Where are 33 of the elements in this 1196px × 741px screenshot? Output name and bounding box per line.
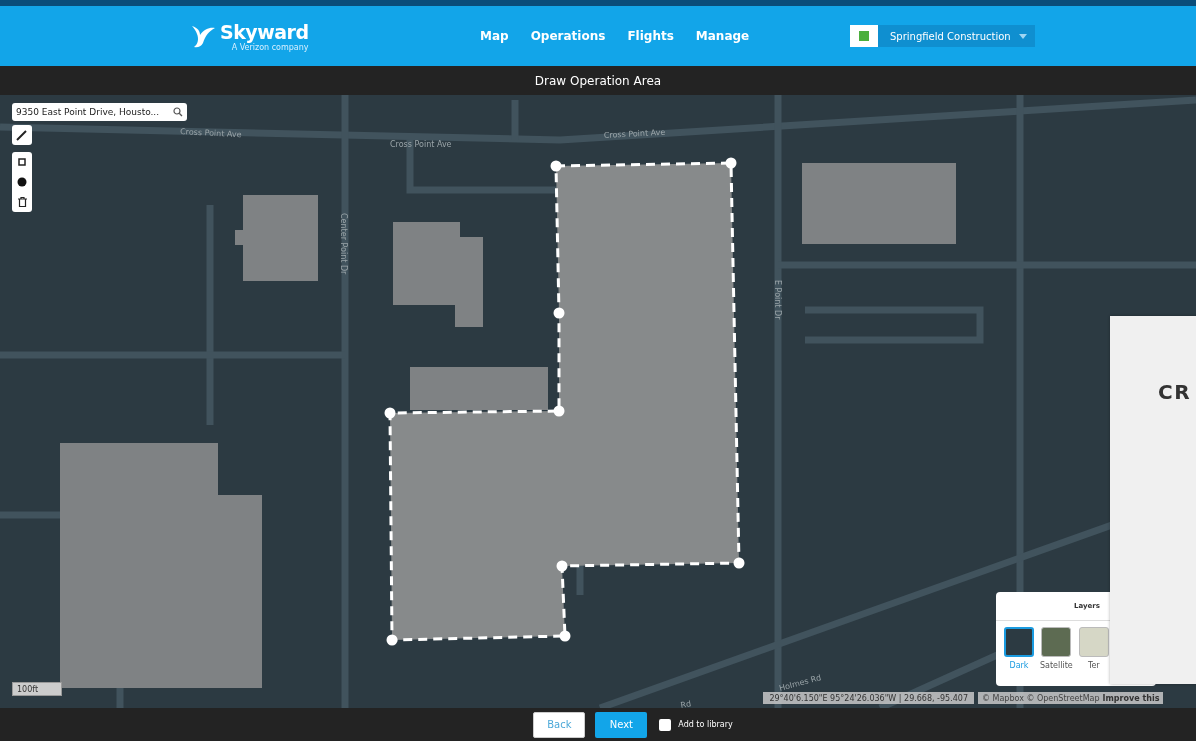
nav-link[interactable]: Operations (530, 29, 606, 43)
coordinates-readout: 29°40'6.150"E 95°24'26.036"W | 29.668, -95.407 (763, 692, 974, 704)
org-logo (850, 25, 878, 47)
scale-bar: 100ft (12, 682, 62, 696)
pencil-icon (16, 129, 28, 141)
improve-map-link[interactable]: Improve this (1102, 693, 1160, 703)
street-label: Center Point Dr (339, 213, 348, 275)
caret-icon (1018, 33, 1027, 39)
street-label: Rd (679, 699, 692, 708)
org-dropdown[interactable]: Springfield Construction (878, 25, 1035, 47)
operation-area-polygon[interactable] (384, 157, 745, 646)
nav-link[interactable]: Flights (627, 29, 674, 43)
trash-icon (17, 197, 27, 207)
nav-link[interactable]: Manage (695, 29, 750, 43)
street-label: Cross Point Ave (390, 140, 452, 149)
add-to-library-checkbox[interactable] (659, 718, 672, 731)
page-title: Draw Operation Area (534, 73, 662, 88)
circle-icon (17, 177, 27, 187)
street-label: Cross Point Ave (603, 127, 666, 140)
street-label: Cross Point Ave (179, 127, 242, 140)
search-icon (173, 107, 183, 117)
bird-logo-icon (190, 23, 216, 49)
brand-tagline: A Verizon company (231, 42, 309, 52)
search-field[interactable]: 9350 East Point Drive, Housto... (12, 103, 187, 121)
nav-link[interactable]: Map (480, 29, 509, 43)
card-heading: CR (1158, 380, 1192, 404)
brand-name: Skyward (220, 20, 309, 43)
checkbox-label: Add to library (678, 720, 733, 729)
next-button[interactable]: Next (595, 711, 648, 738)
attribution-text: © Mapbox © OpenStreetMap (982, 693, 1100, 703)
back-button[interactable]: Back (533, 711, 586, 738)
street-label: Holmes Rd (778, 673, 823, 693)
street-label: E Point Dr (773, 280, 782, 320)
